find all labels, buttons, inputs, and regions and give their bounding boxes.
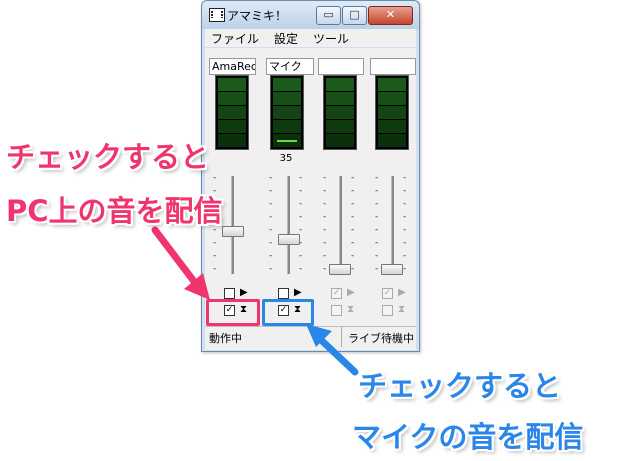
blue-callout-line2: マイクの音を配信 [352, 420, 584, 454]
pink-callout-line1: チェックすると [6, 140, 210, 174]
blue-arrow [306, 324, 359, 376]
blue-callout-line1: チェックすると [358, 369, 562, 403]
pink-arrow [151, 226, 210, 300]
pink-callout-line2: PC上の音を配信 [6, 194, 223, 228]
